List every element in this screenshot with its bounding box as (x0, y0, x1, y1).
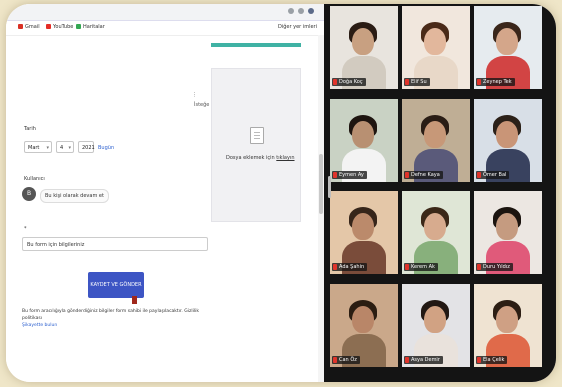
participant-face (352, 121, 374, 148)
participant-face (424, 121, 446, 148)
participant-tile[interactable]: Ela Çelik (474, 284, 542, 367)
participant-name: Doğa Koç (332, 78, 366, 86)
muted-mic-icon (333, 79, 337, 85)
participant-tile[interactable]: Elif Su (402, 6, 470, 89)
document-icon (250, 127, 264, 144)
participant-tile[interactable]: Kerem Ak (402, 191, 470, 274)
address-bar[interactable] (6, 4, 324, 21)
video-gallery: Doğa Koç Elif Su Zeynep Tek Eymen Ay Defne K… (324, 4, 556, 382)
day-select[interactable]: 4 ▾ (56, 141, 74, 153)
participant-face (496, 121, 518, 148)
muted-mic-icon (405, 264, 409, 270)
participant-face (496, 306, 518, 333)
file-upload-panel[interactable]: Dosya eklemek için tıklayın (211, 68, 301, 222)
muted-mic-icon (477, 79, 481, 85)
required-note: ⋮ (192, 92, 197, 98)
gmail-icon (18, 24, 23, 29)
participant-tile[interactable]: Zeynep Tek (474, 6, 542, 89)
participant-face (352, 28, 374, 55)
muted-mic-icon (477, 172, 481, 178)
participant-face (424, 28, 446, 55)
participant-face (424, 306, 446, 333)
muted-mic-icon (405, 79, 409, 85)
form-header-accent (211, 43, 301, 47)
participant-name: Ela Çelik (476, 356, 508, 364)
upload-text: Dosya eklemek için tıklayın (226, 155, 295, 161)
date-label: Tarih (24, 126, 36, 132)
muted-mic-icon (333, 172, 337, 178)
field-label: * (24, 226, 27, 232)
youtube-icon (46, 24, 51, 29)
participant-tile[interactable]: Duru Yıldız (474, 191, 542, 274)
report-link[interactable]: Şikayette bulun (22, 323, 57, 328)
month-select[interactable]: Mart ▾ (24, 141, 52, 153)
split-resize-handle[interactable] (328, 176, 331, 198)
participant-name: Eymen Ay (332, 171, 367, 179)
muted-mic-icon (405, 357, 409, 363)
participant-name: Duru Yıldız (476, 263, 513, 271)
user-label: Kullanıcı (24, 176, 45, 182)
text-answer-input[interactable]: Bu form için bilgileriniz (22, 237, 208, 251)
participant-tile[interactable]: Can Öz (330, 284, 398, 367)
avatar: B (22, 187, 36, 201)
participant-name: Ada Şahin (332, 263, 368, 271)
bookmarks-bar: Gmail YouTube Haritalar Diğer yer imleri (6, 21, 324, 36)
muted-mic-icon (477, 264, 481, 270)
participant-name: Asya Demir (404, 356, 443, 364)
maps-icon (76, 24, 81, 29)
browser-window: Gmail YouTube Haritalar Diğer yer imleri… (6, 4, 324, 382)
bookmark-youtube[interactable]: YouTube (46, 24, 73, 30)
participant-face (424, 213, 446, 240)
participant-tile[interactable]: Ömer Bal (474, 99, 542, 182)
participant-name: Kerem Ak (404, 263, 438, 271)
form-disclaimer: Bu form aracılığıyla gönderdiğiniz bilgi… (22, 309, 199, 328)
screen-frame: Gmail YouTube Haritalar Diğer yer imleri… (6, 4, 556, 382)
bookmark-maps[interactable]: Haritalar (76, 24, 105, 30)
chevron-down-icon: ▾ (68, 145, 71, 151)
star-icon[interactable] (288, 8, 294, 14)
year-select[interactable]: 2021 (78, 141, 95, 153)
participant-tile[interactable]: Doğa Koç (330, 6, 398, 89)
submit-button[interactable]: KAYDET VE GÖNDER (88, 272, 144, 298)
other-bookmarks[interactable]: Diğer yer imleri (278, 24, 317, 30)
participant-name: Ömer Bal (476, 171, 510, 179)
participant-name: Defne Kaya (404, 171, 443, 179)
participant-face (352, 213, 374, 240)
muted-mic-icon (405, 172, 409, 178)
participant-tile[interactable]: Asya Demir (402, 284, 470, 367)
extension-icon[interactable] (298, 8, 304, 14)
user-name-pill[interactable]: Bu kişi olarak devam et (40, 189, 109, 203)
muted-mic-icon (333, 357, 337, 363)
participant-tile[interactable]: Defne Kaya (402, 99, 470, 182)
muted-mic-icon (477, 357, 481, 363)
participant-name: Zeynep Tek (476, 78, 515, 86)
participant-face (496, 213, 518, 240)
profile-icon[interactable] (308, 8, 314, 14)
upload-link[interactable]: tıklayın (276, 155, 294, 161)
chevron-down-icon: ▾ (46, 145, 49, 151)
participant-name: Elif Su (404, 78, 430, 86)
participant-tile[interactable]: Ada Şahin (330, 191, 398, 274)
participant-face (352, 306, 374, 333)
scrollbar-thumb[interactable] (319, 154, 323, 214)
today-link[interactable]: Bugün (98, 145, 114, 151)
mouse-cursor-icon (132, 296, 137, 304)
participant-face (496, 28, 518, 55)
participant-name: Can Öz (332, 356, 360, 364)
participant-tile[interactable]: Eymen Ay (330, 99, 398, 182)
muted-mic-icon (333, 264, 337, 270)
bookmark-gmail[interactable]: Gmail (18, 24, 40, 30)
